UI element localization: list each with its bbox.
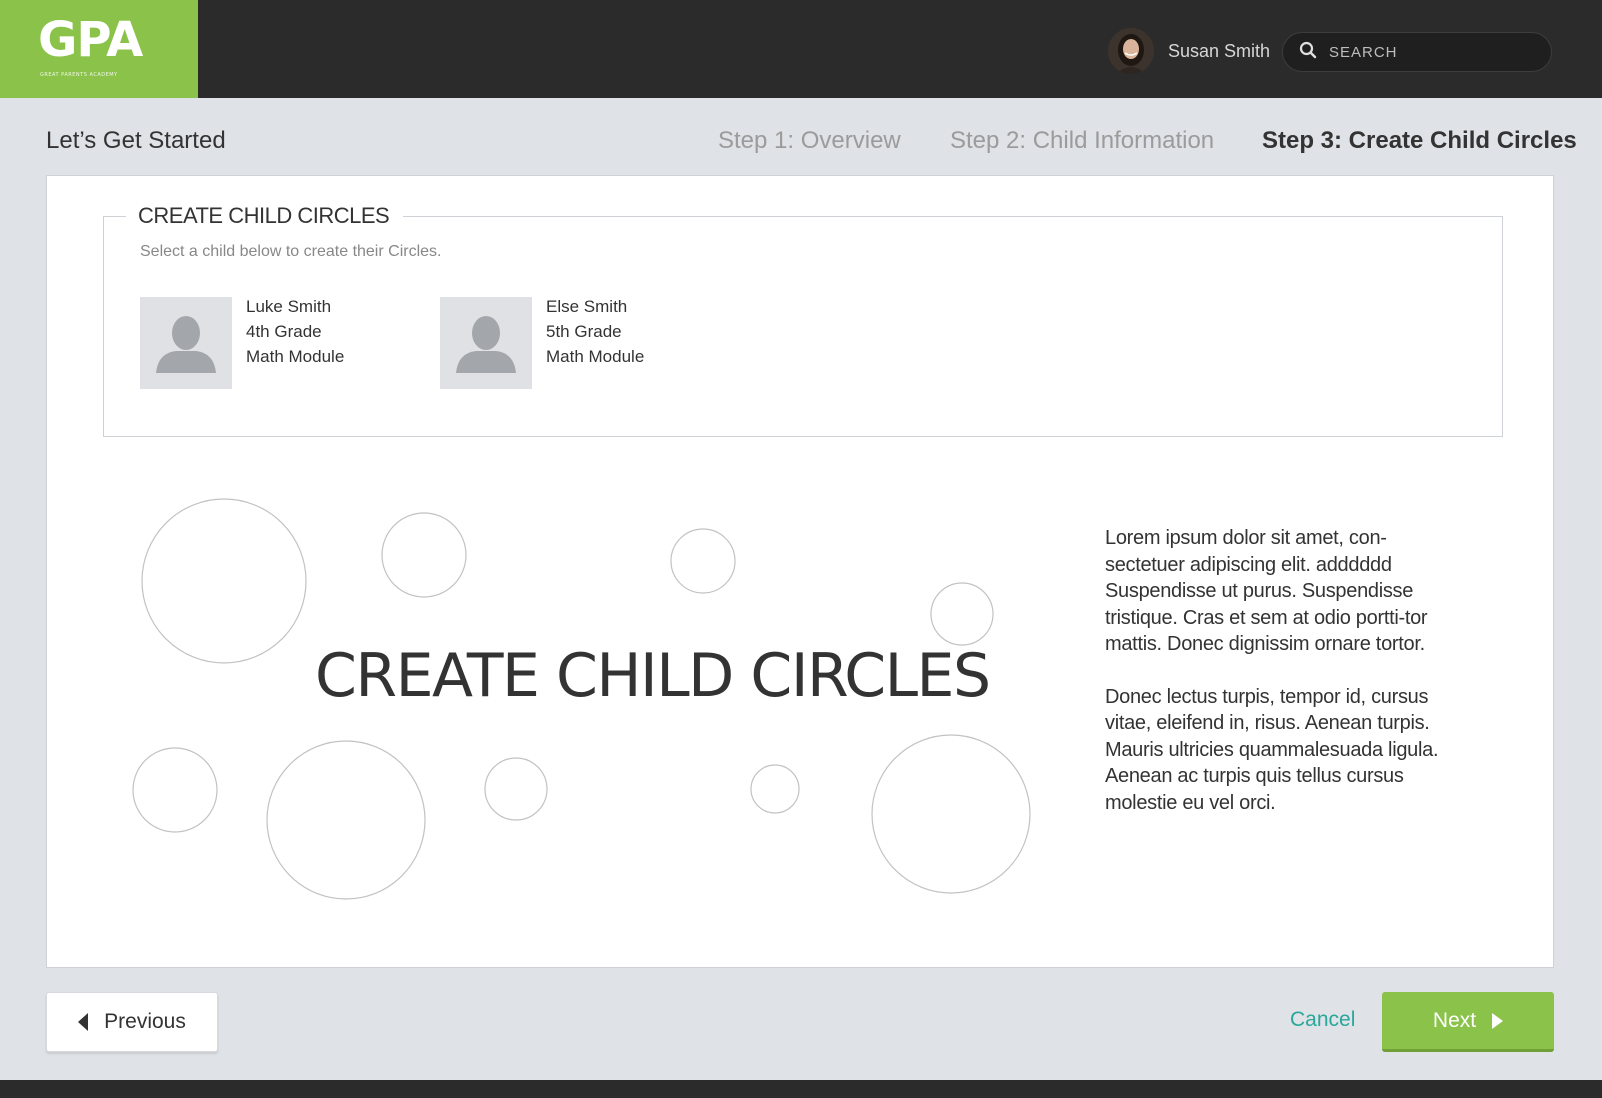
hero-title: CREATE CHILD CIRCLES: [315, 641, 991, 711]
tab-step-overview[interactable]: Step 1: Overview: [718, 127, 901, 155]
previous-button-label: Previous: [104, 1010, 186, 1033]
tab-step-child-information[interactable]: Step 2: Child Information: [950, 127, 1214, 155]
child-card-luke[interactable]: Luke Smith 4th Grade Math Module: [140, 297, 344, 389]
description-text: Lorem ipsum dolor sit amet, con-sectetue…: [1105, 525, 1455, 816]
child-card-else[interactable]: Else Smith 5th Grade Math Module: [440, 297, 644, 389]
panel-legend: CREATE CHILD CIRCLES: [126, 203, 404, 229]
user-menu[interactable]: Susan Smith: [1108, 28, 1270, 74]
person-icon: [156, 316, 216, 373]
child-info: Luke Smith 4th Grade Math Module: [246, 294, 344, 389]
main-card: CREATE CHILD CIRCLES Select a child belo…: [46, 175, 1554, 968]
logo[interactable]: GPA Great Parents Academy: [0, 0, 198, 98]
footer-bar: [0, 1080, 1602, 1098]
panel-help-text: Select a child below to create their Cir…: [140, 243, 442, 260]
logo-mark: GPA: [38, 12, 143, 68]
child-avatar: [440, 297, 532, 389]
previous-button[interactable]: Previous: [46, 992, 218, 1052]
top-bar: GPA Great Parents Academy Susan Smith: [0, 0, 1602, 98]
search-input[interactable]: [1329, 43, 1529, 61]
child-select-panel: CREATE CHILD CIRCLES Select a child belo…: [103, 203, 1503, 437]
child-info: Else Smith 5th Grade Math Module: [546, 294, 644, 389]
cancel-button[interactable]: Cancel: [1290, 1008, 1355, 1032]
search-icon: [1299, 41, 1317, 64]
description-paragraph: Donec lectus turpis, tempor id, cursus v…: [1105, 685, 1439, 814]
description-paragraph: Lorem ipsum dolor sit amet, con-sectetue…: [1105, 527, 1428, 655]
user-name: Susan Smith: [1168, 40, 1271, 61]
child-name: Else Smith: [546, 297, 628, 316]
child-module: Math Module: [546, 347, 645, 366]
tab-step-create-child-circles[interactable]: Step 3: Create Child Circles: [1262, 127, 1577, 155]
next-button[interactable]: Next: [1382, 992, 1554, 1052]
avatar: [1108, 28, 1154, 74]
person-icon: [456, 316, 516, 373]
search-box[interactable]: [1282, 32, 1552, 72]
child-grade: 4th Grade: [246, 322, 322, 341]
caret-right-icon: [1492, 1012, 1504, 1029]
child-module: Math Module: [246, 347, 345, 366]
page-title: Let’s Get Started: [46, 127, 226, 154]
caret-left-icon: [78, 1013, 89, 1031]
child-grade: 5th Grade: [546, 322, 622, 341]
child-avatar: [140, 297, 232, 389]
child-name: Luke Smith: [246, 297, 332, 316]
logo-tagline: Great Parents Academy: [40, 72, 118, 78]
next-button-label: Next: [1432, 1008, 1477, 1032]
